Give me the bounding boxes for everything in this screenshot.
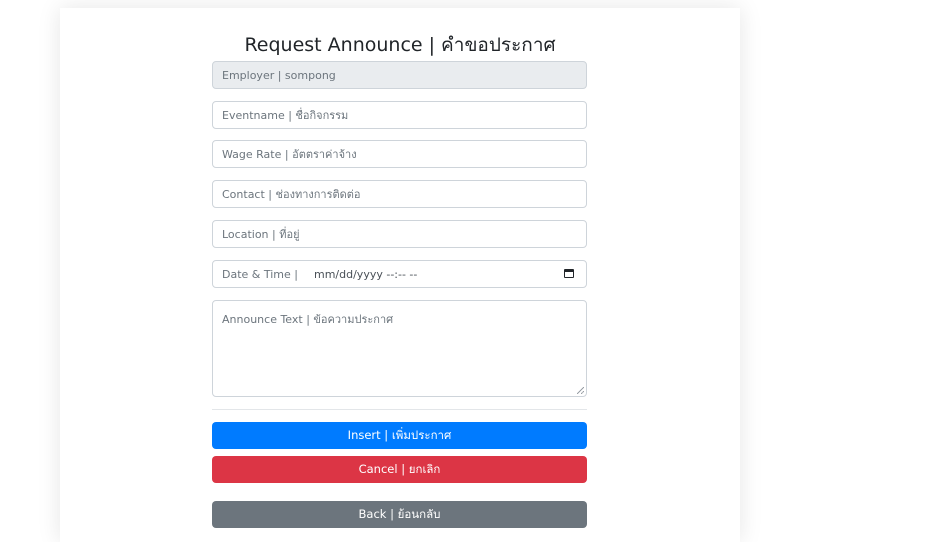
eventname-input[interactable]: Eventname | ชื่อกิจกรรม (212, 101, 587, 129)
location-input[interactable]: Location | ที่อยู่ (212, 220, 587, 248)
wage-rate-input[interactable]: Wage Rate | อัตตราค่าจ้าง (212, 140, 587, 168)
employer-field: Employer | sompong (212, 61, 587, 89)
resize-grip-icon[interactable] (577, 387, 584, 394)
announce-text-placeholder: Announce Text | ข้อความประกาศ (222, 313, 394, 326)
employer-value: Employer | sompong (222, 68, 336, 82)
datetime-label: Date & Time | (222, 267, 298, 281)
back-button[interactable]: Back | ย้อนกลับ (212, 501, 587, 528)
insert-button[interactable]: Insert | เพิ่มประกาศ (212, 422, 587, 449)
location-placeholder: Location | ที่อยู่ (222, 228, 300, 241)
page: Request Announce | คำขอประกาศ Employer |… (0, 0, 949, 542)
datetime-placeholder: mm/dd/yyyy --:-- -- (314, 267, 418, 281)
contact-input[interactable]: Contact | ช่องทางการติดต่อ (212, 180, 587, 208)
request-form-card: Request Announce | คำขอประกาศ Employer |… (60, 8, 740, 542)
divider (212, 409, 587, 410)
announce-text-textarea[interactable]: Announce Text | ข้อความประกาศ (212, 300, 587, 397)
page-title: Request Announce | คำขอประกาศ (244, 34, 556, 56)
cancel-button[interactable]: Cancel | ยกเลิก (212, 456, 587, 483)
contact-placeholder: Contact | ช่องทางการติดต่อ (222, 188, 361, 201)
datetime-input[interactable]: Date & Time | mm/dd/yyyy --:-- -- (212, 260, 587, 288)
calendar-icon[interactable] (564, 269, 574, 278)
wage-rate-placeholder: Wage Rate | อัตตราค่าจ้าง (222, 148, 357, 161)
eventname-placeholder: Eventname | ชื่อกิจกรรม (222, 109, 349, 122)
